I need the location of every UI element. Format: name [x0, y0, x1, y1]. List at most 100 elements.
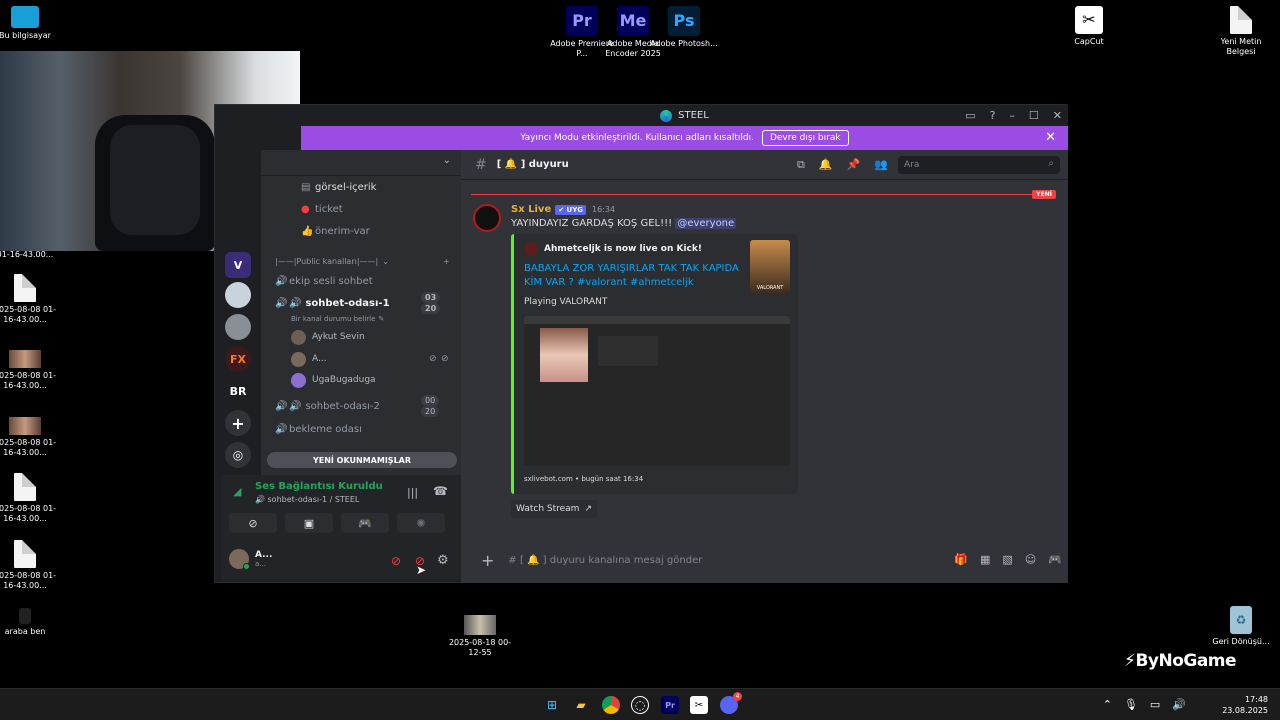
taskbar: ⊞ ▰ ◌ Pr ✂ 4 ⌃ 🎙 ▭ 🔊 17:48 23.08.2025 — [0, 688, 1280, 720]
voice-member[interactable]: Aykut Sevin — [291, 329, 365, 345]
desktop-icon-text-doc[interactable]: Yeni Metin Belgesi — [1206, 6, 1276, 57]
server-icon-2[interactable] — [225, 282, 251, 308]
watermark: ⚡ByNoGame — [1124, 651, 1237, 671]
server-icon-v[interactable]: V — [225, 252, 251, 278]
capcut-taskbar-icon[interactable]: ✂ — [690, 696, 708, 714]
embed-author[interactable]: Ahmetceljk is now live on Kick! — [524, 242, 702, 256]
desktop-icon-video[interactable]: 2025-08-08 01-16-43.00... — [0, 417, 60, 458]
noise-suppression-icon[interactable]: ||| — [407, 486, 418, 499]
sticker-icon[interactable]: ▧ — [1002, 553, 1012, 566]
desktop-icon-folder[interactable]: araba ben — [0, 608, 60, 637]
desktop-icon-recycle-bin[interactable]: ♻ Geri Dönüşü... — [1206, 606, 1276, 647]
desktop-icon-capcut[interactable]: ✂ CapCut — [1054, 6, 1124, 47]
avatar[interactable] — [473, 204, 501, 232]
voice-channel-bekleme[interactable]: 🔊 bekleme odası — [275, 421, 362, 437]
desktop-icon-video-file[interactable]: 2025-08-18 00-12-55 — [445, 615, 515, 658]
disconnect-icon[interactable]: ☎ — [433, 484, 448, 498]
everyone-mention[interactable]: @everyone — [675, 218, 737, 229]
add-channel-icon[interactable]: + — [443, 257, 450, 266]
desktop-icon-file[interactable]: 01-16-43.00... — [0, 250, 60, 260]
windows-start-icon[interactable]: ⊞ — [543, 696, 561, 714]
category-public[interactable]: |——|Public kanalları|——| ⌄ + — [275, 253, 450, 269]
obs-icon[interactable]: ◌ — [631, 696, 649, 714]
notification-badge: 4 — [733, 692, 742, 701]
message-author[interactable]: Sx Live ✔ UYG 16:34 — [511, 204, 615, 215]
server-icon-3[interactable] — [225, 314, 251, 340]
voice-channel-sohbet-2[interactable]: 🔊 🔊 sohbet-odası-2 0020 — [275, 395, 455, 417]
inbox-icon[interactable]: ▭ — [965, 109, 975, 122]
clock[interactable]: 17:48 23.08.2025 — [1222, 694, 1268, 716]
user-count-badge: 03 — [421, 292, 441, 303]
search-input[interactable]: Ara ⌕ — [898, 156, 1060, 174]
camera-button[interactable]: ⊘ — [229, 513, 277, 533]
threads-icon[interactable]: ⧉ — [797, 158, 805, 172]
avatar — [229, 549, 250, 570]
voice-member[interactable]: A... ⊘ ⊘ — [291, 351, 451, 367]
voice-status[interactable]: Ses Bağlantısı Kuruldu — [255, 481, 383, 492]
channel-onerim-var[interactable]: 👍 önerim-var — [301, 223, 370, 239]
user-limit-badge: 20 — [421, 303, 441, 314]
current-user[interactable]: A... a... — [229, 549, 272, 570]
desktop-icon-file[interactable]: 2025-08-08 01-16-43.00... — [0, 473, 60, 524]
soundboard-button[interactable]: ✺ — [397, 513, 445, 533]
gif-icon[interactable]: ▦ — [980, 553, 990, 566]
speaker-icon: 🔊 — [275, 297, 288, 309]
members-icon[interactable]: 👥 — [874, 158, 888, 172]
desktop-icon-this-pc[interactable]: Bu bilgisayar — [0, 6, 60, 41]
server-icon-br[interactable]: BR — [225, 378, 251, 404]
server-icon-fx[interactable]: FX — [225, 346, 251, 372]
desktop-icon-photoshop[interactable]: Ps Adobe Photosh... — [649, 6, 719, 49]
desktop-icon-file[interactable]: 2025-08-08 01-16-43.00... — [0, 540, 60, 591]
channel-ticket[interactable]: ● ticket — [301, 201, 343, 217]
add-attachment-icon[interactable]: + — [481, 551, 494, 570]
close-button[interactable]: ✕ — [1053, 109, 1062, 122]
banner-close-icon[interactable]: ✕ — [1045, 130, 1056, 145]
apps-icon[interactable]: 🎮 — [1048, 553, 1062, 566]
embed-thumbnail[interactable]: VALORANT — [750, 240, 790, 294]
user-limit-badge: 20 — [421, 406, 440, 417]
maximize-button[interactable]: ☐ — [1029, 109, 1039, 122]
add-server-icon[interactable]: + — [225, 410, 251, 436]
watch-stream-button[interactable]: Watch Stream ↗ — [511, 500, 597, 518]
pin-icon[interactable]: 📌 — [847, 158, 861, 172]
explore-icon[interactable]: ◎ — [225, 442, 251, 468]
desktop-icon-file[interactable]: 2025-08-08 01-16-43.00... — [0, 274, 60, 325]
premiere-taskbar-icon[interactable]: Pr — [661, 696, 679, 714]
media-encoder-icon: Me — [617, 6, 649, 36]
channel-status[interactable]: Bir kanal durumu belirle ✎ — [291, 311, 384, 327]
pencil-icon: ✎ — [378, 315, 385, 323]
gift-icon[interactable]: 🎁 — [954, 553, 968, 566]
help-icon[interactable]: ? — [990, 109, 996, 122]
embed-image[interactable] — [524, 316, 790, 466]
minimize-button[interactable]: – — [1009, 109, 1015, 122]
embed-title-link[interactable]: BABAYLA ZOR YARIŞIRLAR TAK TAK KAPIDA Kİ… — [524, 262, 744, 290]
voice-channel-sohbet-1[interactable]: 🔊 🔊 sohbet-odası-1 0320 — [275, 292, 455, 314]
title-bar: STEEL ▭ ? – ☐ ✕ — [301, 105, 1068, 126]
volume-icon[interactable]: 🔊 — [1172, 698, 1186, 711]
microphone-icon[interactable]: 🎙 — [1124, 698, 1138, 711]
server-logo-icon — [660, 109, 673, 122]
signal-icon: ◢ — [233, 485, 242, 498]
desktop-icon-video[interactable]: 2025-08-08 01-16-43.00... — [0, 350, 60, 391]
network-icon[interactable]: ▭ — [1150, 698, 1160, 711]
emoji-icon[interactable]: ☺ — [1025, 553, 1036, 566]
disable-streamer-mode-button[interactable]: Devre dışı bırak — [761, 130, 849, 146]
bell-icon[interactable]: 🔔 — [819, 158, 833, 172]
speaker-icon: 🔊 — [289, 297, 302, 309]
mic-muted-icon[interactable]: ⊘ — [391, 554, 401, 568]
gear-icon[interactable]: ⚙ — [437, 553, 449, 568]
image-toolbar — [524, 316, 790, 324]
voice-channel-ekip[interactable]: 🔊 ekip sesli sohbet — [275, 273, 373, 289]
discord-taskbar-icon[interactable]: 4 — [720, 692, 742, 714]
chrome-icon[interactable] — [602, 696, 620, 714]
capcut-icon: ✂ — [1075, 6, 1103, 34]
speaker-icon: 🔊 — [275, 275, 288, 287]
new-unreads-button[interactable]: YENİ OKUNMAMIŞLAR — [267, 452, 457, 468]
screen-share-button[interactable]: ▣ — [285, 513, 333, 533]
server-header[interactable]: ⌄ — [261, 150, 461, 176]
chevron-up-icon[interactable]: ⌃ — [1103, 698, 1112, 711]
activities-button[interactable]: 🎮 — [341, 513, 389, 533]
file-explorer-icon[interactable]: ▰ — [572, 696, 590, 714]
channel-gorsel-icerik[interactable]: ▤ görsel-içerik — [301, 179, 376, 195]
voice-member[interactable]: UgaBugaduga — [291, 372, 376, 388]
